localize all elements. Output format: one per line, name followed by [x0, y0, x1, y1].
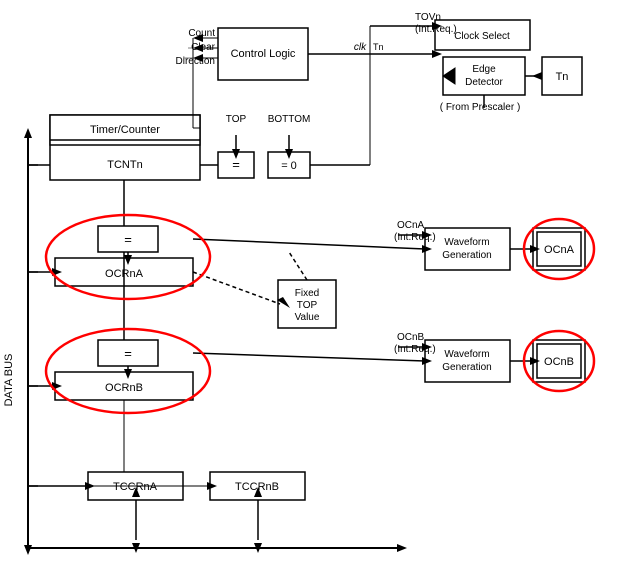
- svg-text:Detector: Detector: [465, 77, 503, 88]
- svg-text:Edge: Edge: [472, 64, 496, 75]
- svg-text:OCnB: OCnB: [544, 356, 574, 368]
- svg-text:TCCRnA: TCCRnA: [113, 481, 158, 493]
- svg-text:Value: Value: [295, 312, 320, 323]
- svg-text:OCnB: OCnB: [397, 332, 425, 343]
- svg-text:DATA BUS: DATA BUS: [3, 354, 15, 407]
- svg-text:TCCRnB: TCCRnB: [235, 481, 279, 493]
- svg-text:BOTTOM: BOTTOM: [268, 114, 311, 125]
- svg-text:Clock Select: Clock Select: [454, 31, 510, 42]
- svg-text:Waveform: Waveform: [444, 237, 489, 248]
- svg-text:Waveform: Waveform: [444, 349, 489, 360]
- svg-text:TOP: TOP: [226, 114, 247, 125]
- svg-text:(Int.Req.): (Int.Req.): [394, 232, 436, 243]
- svg-text:Timer/Counter: Timer/Counter: [90, 124, 160, 136]
- svg-text:Tn: Tn: [373, 42, 384, 52]
- svg-text:=: =: [124, 232, 132, 247]
- svg-text:( From Prescaler ): ( From Prescaler ): [440, 102, 521, 113]
- diagram-svg: Timer/Counter TCNTn Control Logic Count …: [0, 0, 630, 568]
- svg-text:=: =: [124, 346, 132, 361]
- svg-text:TOVn: TOVn: [415, 12, 441, 23]
- svg-text:OCnA: OCnA: [544, 244, 575, 256]
- svg-text:TCNTn: TCNTn: [107, 159, 142, 171]
- svg-text:Control Logic: Control Logic: [231, 48, 296, 60]
- svg-text:Generation: Generation: [442, 250, 491, 261]
- svg-text:Generation: Generation: [442, 362, 491, 373]
- svg-text:clk: clk: [354, 42, 367, 53]
- svg-text:= 0: = 0: [281, 160, 297, 172]
- svg-text:Fixed: Fixed: [295, 288, 319, 299]
- svg-text:Clear: Clear: [191, 42, 216, 53]
- svg-text:Direction: Direction: [176, 56, 215, 67]
- svg-text:OCRnA: OCRnA: [105, 268, 144, 280]
- svg-text:Count: Count: [188, 28, 215, 39]
- svg-text:Tn: Tn: [556, 71, 569, 83]
- svg-text:OCRnB: OCRnB: [105, 382, 143, 394]
- svg-text:=: =: [232, 157, 240, 172]
- svg-text:OCnA: OCnA: [397, 220, 425, 231]
- svg-text:TOP: TOP: [297, 300, 318, 311]
- svg-text:(Int.Req.): (Int.Req.): [394, 344, 436, 355]
- svg-text:(Int.Req.): (Int.Req.): [415, 24, 457, 35]
- block-diagram: Timer/Counter TCNTn Control Logic Count …: [0, 0, 630, 568]
